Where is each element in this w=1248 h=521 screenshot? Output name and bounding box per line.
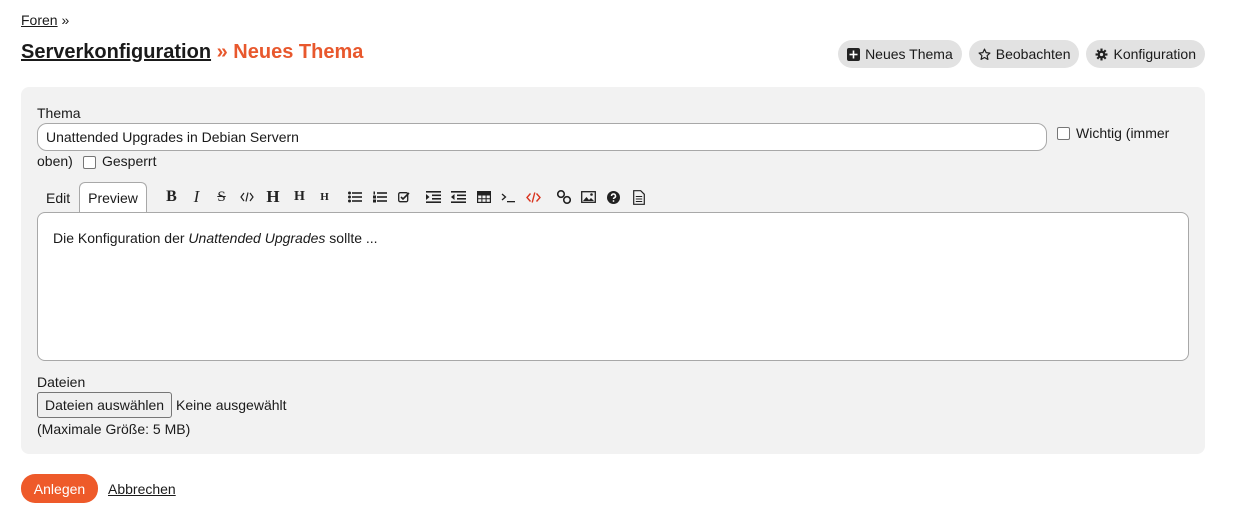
terminal-icon [501, 193, 515, 202]
breadcrumb-forums-link[interactable]: Foren [21, 12, 58, 28]
code-button[interactable] [234, 186, 259, 208]
page-title: Serverkonfiguration » Neues Thema [21, 41, 363, 64]
preview-text-italic: Unattended Upgrades [188, 230, 326, 246]
outdent-button[interactable] [446, 186, 471, 208]
help-button[interactable] [601, 186, 626, 208]
new-topic-button[interactable]: Neues Thema [838, 40, 962, 68]
files-label: Dateien [37, 374, 86, 390]
html-code-button[interactable] [521, 186, 546, 208]
outdent-icon [451, 191, 466, 203]
important-label: Wichtig (immer [1076, 125, 1170, 141]
configuration-button[interactable]: Konfiguration [1086, 40, 1205, 68]
preview-area[interactable]: Die Konfiguration der Unattended Upgrade… [37, 212, 1189, 361]
numbered-list-icon [372, 191, 387, 203]
bullet-list-icon [347, 191, 362, 203]
indent-icon [426, 191, 441, 203]
indent-button[interactable] [421, 186, 446, 208]
italic-button[interactable]: I [184, 186, 209, 208]
choose-files-button[interactable]: Dateien auswählen [37, 392, 173, 418]
task-list-button[interactable] [392, 186, 417, 208]
important-checkbox[interactable] [1057, 127, 1070, 140]
tab-edit[interactable]: Edit [37, 182, 79, 214]
strikethrough-button[interactable]: S [209, 186, 234, 208]
new-topic-form: Thema Wichtig (immer oben) Gesperrt Edit… [21, 87, 1205, 454]
bold-button[interactable]: B [159, 186, 184, 208]
code-icon [239, 192, 254, 202]
locked-label: Gesperrt [102, 153, 157, 169]
image-icon [581, 191, 596, 203]
numbered-list-button[interactable] [367, 186, 392, 208]
table-button[interactable] [471, 186, 496, 208]
max-size-note: (Maximale Größe: 5 MB) [37, 421, 191, 437]
heading-3-button[interactable]: H [312, 186, 337, 208]
gear-icon [1095, 48, 1108, 61]
header-actions: Neues Thema Beobachten Konfiguration [838, 40, 1205, 68]
watch-label: Beobachten [995, 46, 1071, 62]
heading-1-button[interactable]: H [259, 186, 287, 208]
terminal-button[interactable] [496, 186, 521, 208]
html-code-icon [526, 191, 541, 203]
heading-2-button[interactable]: H [287, 186, 312, 208]
cancel-link[interactable]: Abbrechen [108, 481, 176, 497]
create-button[interactable]: Anlegen [21, 474, 98, 503]
subject-label: Thema [37, 105, 81, 121]
editor-tabs: Edit Preview [37, 180, 147, 215]
syntax-doc-button[interactable] [626, 186, 651, 208]
forum-title-link[interactable]: Serverkonfiguration [21, 41, 211, 63]
preview-text-end: sollte ... [325, 230, 378, 246]
watch-button[interactable]: Beobachten [968, 40, 1080, 68]
editor-toolbar: B I S H H H [159, 186, 651, 208]
plus-square-icon [847, 47, 861, 61]
bullet-list-button[interactable] [342, 186, 367, 208]
page-name: Neues Thema [233, 41, 364, 63]
configuration-label: Konfiguration [1113, 46, 1196, 62]
question-circle-icon [607, 190, 620, 204]
document-icon [632, 189, 645, 205]
file-status: Keine ausgewählt [176, 397, 287, 413]
new-topic-label: Neues Thema [865, 46, 953, 62]
breadcrumb: Foren » [21, 12, 69, 28]
link-icon [556, 190, 571, 204]
subject-input[interactable] [37, 123, 1047, 151]
breadcrumb-separator: » [61, 12, 70, 28]
title-separator: » [216, 41, 228, 63]
tab-preview[interactable]: Preview [79, 182, 147, 215]
checkbox-icon [398, 192, 410, 203]
table-icon [476, 191, 491, 203]
star-icon [978, 47, 991, 61]
important-label-continued: oben) [37, 153, 73, 169]
preview-text: Die Konfiguration der [53, 230, 189, 246]
locked-checkbox[interactable] [83, 156, 96, 169]
link-button[interactable] [551, 186, 576, 208]
image-button[interactable] [576, 186, 601, 208]
